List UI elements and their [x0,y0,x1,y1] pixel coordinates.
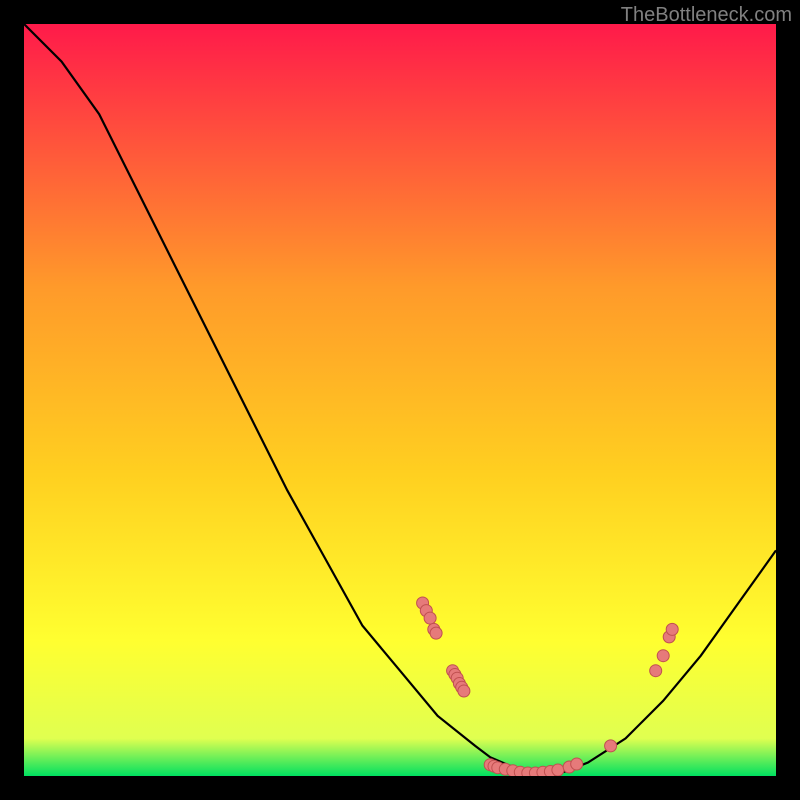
chart-container: TheBottleneck.com [0,0,800,800]
data-point [430,627,442,639]
data-point [605,740,617,752]
data-point [650,665,662,677]
watermark-text: TheBottleneck.com [621,4,792,27]
plot-area [24,24,776,776]
data-point [657,650,669,662]
data-point [552,764,564,776]
data-point [424,612,436,624]
data-point [571,758,583,770]
data-point [666,623,678,635]
gradient-background [24,24,776,776]
chart-svg [24,24,776,776]
data-point [458,685,470,697]
